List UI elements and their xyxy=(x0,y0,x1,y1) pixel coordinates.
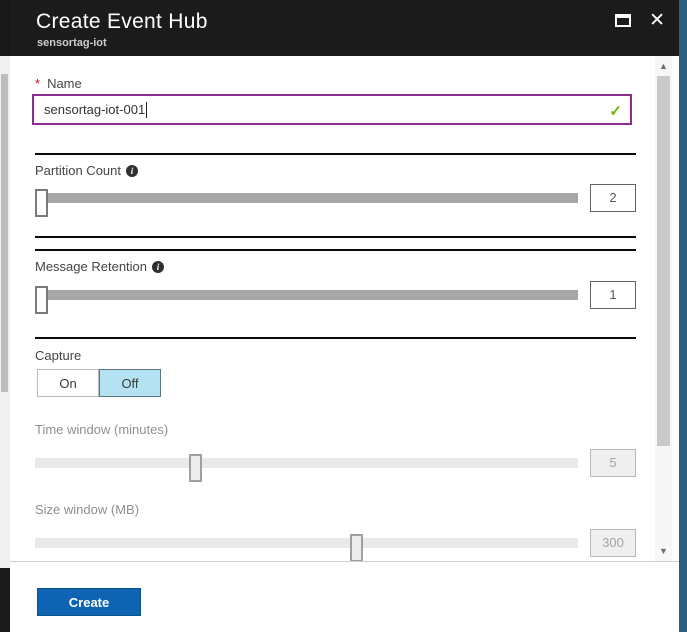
required-asterisk: * xyxy=(35,76,41,91)
size-window-value: 300 xyxy=(590,529,636,557)
size-window-label: Size window (MB) xyxy=(35,502,140,517)
maximize-button[interactable] xyxy=(615,14,632,27)
time-window-slider-row: 5 xyxy=(35,448,636,482)
background-dark-edge-bottom xyxy=(0,568,10,632)
size-window-slider xyxy=(35,534,578,562)
info-icon[interactable]: i xyxy=(126,164,138,177)
blade-subtitle: sensortag-iot xyxy=(37,37,107,49)
create-event-hub-blade: Create Event Hub sensortag-iot ✕ * Name s… xyxy=(10,0,679,632)
info-icon[interactable]: i xyxy=(152,260,165,273)
time-window-value: 5 xyxy=(590,449,636,477)
scroll-down-icon[interactable]: ▼ xyxy=(655,543,672,559)
partition-count-label: Partition Count i xyxy=(35,163,138,178)
capture-off-button[interactable]: Off xyxy=(99,369,161,397)
background-dark-edge-top xyxy=(0,0,10,56)
message-retention-label: Message Retention i xyxy=(35,259,165,274)
blade-footer: Create xyxy=(10,561,679,632)
time-window-label: Time window (minutes) xyxy=(35,422,169,437)
partition-count-value[interactable]: 2 xyxy=(590,184,636,212)
message-retention-slider-row: 1 xyxy=(35,280,636,314)
blade-scrollbar[interactable]: ▲ ▼ xyxy=(655,56,672,561)
message-retention-value[interactable]: 1 xyxy=(590,281,636,309)
size-window-slider-handle xyxy=(350,534,364,562)
name-input[interactable]: sensortag-iot-001 ✓ xyxy=(32,94,632,125)
background-scrollbar-thumb[interactable] xyxy=(1,74,8,392)
portal-background-strip xyxy=(679,0,687,632)
message-retention-slider[interactable] xyxy=(35,286,578,314)
section-divider xyxy=(35,153,636,155)
capture-label: Capture xyxy=(35,348,82,363)
name-label: * Name xyxy=(35,76,82,91)
maximize-icon xyxy=(615,14,632,27)
validation-check-icon: ✓ xyxy=(609,103,622,120)
capture-on-button[interactable]: On xyxy=(37,369,99,397)
close-button[interactable]: ✕ xyxy=(649,10,665,31)
page-title: Create Event Hub xyxy=(36,10,208,33)
size-window-slider-row: 300 xyxy=(35,528,636,562)
blade-body: * Name sensortag-iot-001 ✓ Partition Coun… xyxy=(10,56,679,562)
section-divider xyxy=(35,249,636,251)
text-caret xyxy=(146,101,148,118)
section-divider xyxy=(35,236,636,238)
capture-toggle: On Off xyxy=(37,369,161,397)
scrollbar-thumb[interactable] xyxy=(657,76,670,446)
message-retention-slider-handle[interactable] xyxy=(35,286,48,314)
scroll-up-icon[interactable]: ▲ xyxy=(655,58,672,74)
partition-count-slider-handle[interactable] xyxy=(35,189,48,217)
create-button[interactable]: Create xyxy=(37,588,141,616)
name-input-value: sensortag-iot-001 xyxy=(44,102,146,117)
close-icon: ✕ xyxy=(649,10,665,31)
partition-count-slider-row: 2 xyxy=(35,183,636,217)
time-window-slider xyxy=(35,454,578,482)
blade-header: Create Event Hub sensortag-iot ✕ xyxy=(10,0,679,56)
background-page-scrollbar[interactable] xyxy=(0,0,10,632)
partition-count-slider[interactable] xyxy=(35,189,578,217)
section-divider xyxy=(35,337,636,339)
time-window-slider-handle xyxy=(188,454,202,482)
